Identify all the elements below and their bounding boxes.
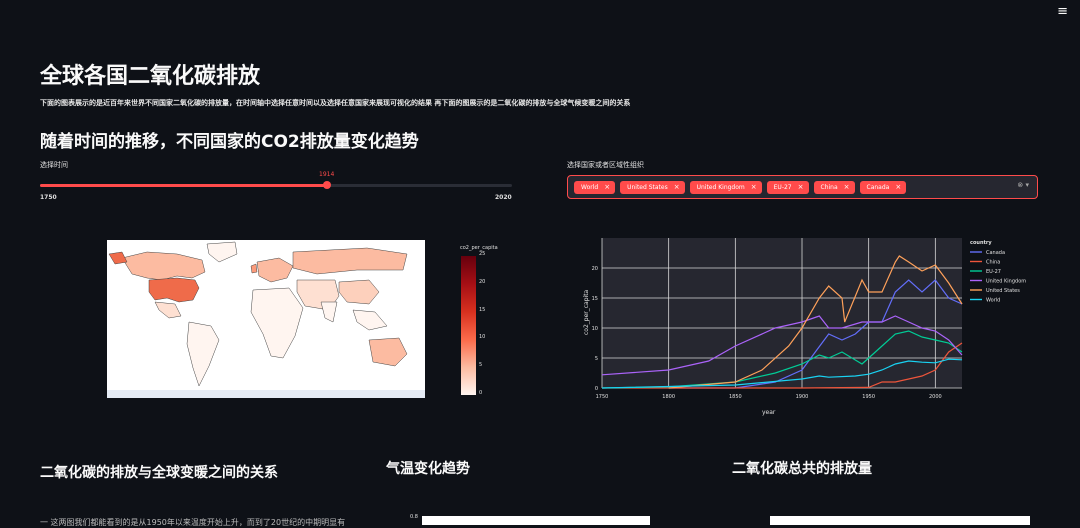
map-uk xyxy=(250,263,258,274)
x-tick-label: 1800 xyxy=(662,394,675,400)
tag-label: United Kingdom xyxy=(696,184,745,191)
legend-item: EU-27 xyxy=(986,269,1001,275)
map-mexico xyxy=(154,301,182,319)
tag-united-states[interactable]: United States × xyxy=(620,181,685,194)
map-antarctica xyxy=(107,390,425,398)
tag-remove-icon[interactable]: × xyxy=(674,181,680,194)
map-india xyxy=(320,301,338,323)
tag-remove-icon[interactable]: × xyxy=(604,181,610,194)
map-russia xyxy=(292,247,408,275)
tag-world[interactable]: World × xyxy=(574,181,616,194)
x-tick-label: 1950 xyxy=(862,394,875,400)
y-tick-label: 5 xyxy=(595,356,598,362)
x-tick-label: 1750 xyxy=(596,394,609,400)
tag-china[interactable]: China × xyxy=(813,181,855,194)
temp-chart-preview: 0.8 xyxy=(410,514,650,525)
colorbar-tick: 15 xyxy=(479,306,486,313)
map-australia xyxy=(368,337,408,367)
map-canada xyxy=(121,251,206,281)
x-tick-label: 1900 xyxy=(796,394,809,400)
legend-item: World xyxy=(986,298,1000,304)
page-title: 全球各国二氧化碳排放 xyxy=(40,64,261,89)
map-united-states xyxy=(148,277,200,303)
tag-label: China xyxy=(820,184,838,191)
tag-remove-icon[interactable]: × xyxy=(895,181,901,194)
temp-chart-title: 气温变化趋势 xyxy=(386,461,470,477)
country-multiselect[interactable]: World × United States × United Kingdom × EU-27… xyxy=(567,175,1038,199)
y-tick-label: 15 xyxy=(592,296,598,302)
legend-title: country xyxy=(970,240,992,246)
multiselect-label: 选择国家或者区域性组织 xyxy=(567,161,644,169)
warming-paragraph: 一 这两图我们都能看到的是从1950年以来温度开始上升，而到了20世纪的中期明显… xyxy=(40,518,346,527)
y-axis-label: co2_per_capita xyxy=(583,289,590,335)
tag-remove-icon[interactable]: × xyxy=(751,181,757,194)
slider-label: 选择时间 xyxy=(40,161,68,169)
slider-thumb[interactable] xyxy=(322,181,331,189)
choropleth-map[interactable] xyxy=(107,240,425,398)
total-chart-preview xyxy=(770,516,1030,525)
tag-remove-icon[interactable]: × xyxy=(844,181,850,194)
map-south-america xyxy=(186,321,220,387)
hamburger-icon[interactable]: ≡ xyxy=(1057,4,1068,19)
tag-united-kingdom[interactable]: United Kingdom × xyxy=(689,181,762,194)
tag-label: EU-27 xyxy=(773,184,792,191)
colorbar-tick: 25 xyxy=(479,251,486,257)
slider-fill xyxy=(40,184,327,187)
tag-remove-icon[interactable]: × xyxy=(798,181,804,194)
y-tick-label: 0 xyxy=(595,386,598,392)
colorbar-tick: 5 xyxy=(479,362,483,369)
tag-eu-27[interactable]: EU-27 × xyxy=(766,181,809,194)
slider-min: 1750 xyxy=(40,194,57,201)
temp-tick-label: 0.8 xyxy=(410,514,418,520)
section-heading-warming: 二氧化碳的排放与全球变暖之间的关系 xyxy=(40,465,278,481)
slider-max: 2020 xyxy=(495,194,512,201)
total-emissions-title: 二氧化碳总共的排放量 xyxy=(732,461,872,477)
world-map-svg xyxy=(107,241,425,398)
map-europe xyxy=(256,257,294,283)
multiselect-controls[interactable]: ⊗ ▾ xyxy=(1017,181,1029,189)
tag-label: World xyxy=(581,184,599,191)
map-china xyxy=(338,279,380,305)
year-slider[interactable]: 1914 xyxy=(40,171,512,189)
map-southeast-asia xyxy=(352,309,388,331)
map-africa xyxy=(250,287,304,359)
page-subtitle: 下面的图表展示的是近百年来世界不同国家二氧化碳的排放量，在时间轴中选择任意时间以… xyxy=(40,99,631,107)
slider-value: 1914 xyxy=(319,171,335,178)
colorbar-tick: 20 xyxy=(479,278,486,285)
section-heading-trend: 随着时间的推移，不同国家的CO2排放量变化趋势 xyxy=(40,132,419,152)
x-tick-label: 2000 xyxy=(929,394,942,400)
map-greenland xyxy=(206,241,238,263)
y-tick-label: 10 xyxy=(592,326,598,332)
tag-canada[interactable]: Canada × xyxy=(859,181,907,194)
co2-line-chart[interactable]: 1750 1800 1850 1900 1950 2000 0 5 10 15 20 year co2_… xyxy=(580,232,1040,424)
colorbar-tick: 0 xyxy=(479,390,483,396)
legend-item: United States xyxy=(986,288,1020,294)
colorbar xyxy=(461,256,476,395)
map-alaska xyxy=(108,251,128,265)
x-tick-label: 1850 xyxy=(729,394,742,400)
x-axis-label: year xyxy=(762,409,776,416)
legend-item: United Kingdom xyxy=(986,279,1026,285)
plot-area xyxy=(602,238,962,388)
y-tick-label: 20 xyxy=(592,266,598,272)
colorbar-tick: 10 xyxy=(479,334,486,341)
legend-item: Canada xyxy=(986,250,1005,256)
selected-tags: World × United States × United Kingdom × EU-27… xyxy=(574,181,907,194)
legend-item: China xyxy=(986,260,1000,266)
tag-label: Canada xyxy=(866,184,890,191)
tag-label: United States xyxy=(627,184,668,191)
